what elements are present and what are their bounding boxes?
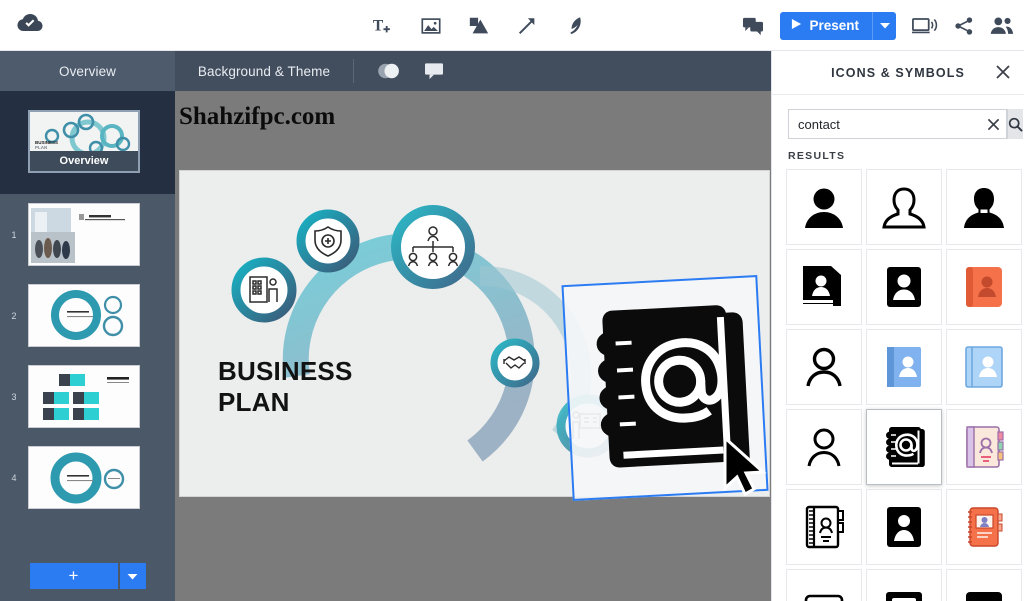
user-line-icon[interactable]: [786, 329, 862, 405]
id-badge-solid-icon[interactable]: [946, 569, 1022, 601]
user-outline-bust-icon[interactable]: [866, 169, 942, 245]
play-icon: [791, 18, 802, 33]
search-box[interactable]: [788, 109, 1007, 139]
add-pen-icon[interactable]: [564, 15, 586, 37]
address-book-tabs-pink-icon[interactable]: [946, 409, 1022, 485]
svg-text:T: T: [373, 17, 384, 34]
thumbnail-row-4[interactable]: 4: [0, 437, 175, 518]
address-book-orange-icon[interactable]: [946, 249, 1022, 325]
panel-header: ICONS & SYMBOLS: [772, 51, 1024, 95]
address-book-lightblue-icon[interactable]: [946, 329, 1022, 405]
thumbnail-overview[interactable]: BUSINESS PLAN Overview: [28, 110, 140, 173]
slide-number: 3: [11, 391, 17, 402]
present-label: Present: [809, 18, 859, 33]
active-slide-wrapper: BUSINESS PLAN Overview: [0, 91, 175, 194]
address-book-at-icon[interactable]: [866, 409, 942, 485]
insert-tools-group: T: [372, 0, 586, 51]
cast-screen-icon[interactable]: [912, 16, 938, 36]
thumbnail-mini-title: BUSINESS PLAN: [35, 140, 59, 150]
thumbnail-slide-3[interactable]: [28, 365, 140, 428]
cloud-check-icon: [17, 13, 43, 38]
slide-number: 1: [11, 229, 17, 240]
collaborators-icon[interactable]: [990, 16, 1014, 36]
slide-canvas-area[interactable]: Shahzifpc.com BUSINESS PLAN: [175, 91, 771, 601]
id-card-solid-icon[interactable]: [866, 489, 942, 565]
thumbnail-row-1[interactable]: 1: [0, 194, 175, 275]
tabbar-tools: [354, 51, 444, 91]
thumbnail-slide-4[interactable]: [28, 446, 140, 509]
present-button[interactable]: Present: [780, 11, 872, 40]
user-line-thin-icon[interactable]: [786, 409, 862, 485]
present-button-group: Present: [780, 11, 896, 40]
slide-title: BUSINESS PLAN: [218, 356, 353, 417]
editor-tabbar: Overview Background & Theme: [0, 51, 771, 91]
add-line-icon[interactable]: [516, 15, 538, 37]
search-input[interactable]: [789, 116, 980, 132]
app-logo[interactable]: [0, 13, 60, 38]
user-silhouette-solid-icon[interactable]: [786, 169, 862, 245]
add-slide-row: +: [0, 563, 175, 589]
search-row: [772, 95, 1024, 139]
contrast-toggle-icon[interactable]: [376, 62, 402, 80]
toolbar-right-group: Present: [742, 0, 1014, 51]
close-icon[interactable]: [995, 64, 1011, 85]
thumbnail-slide-2[interactable]: [28, 284, 140, 347]
top-toolbar: T Present: [0, 0, 1024, 51]
thumbnail-slide-1[interactable]: [28, 203, 140, 266]
thumbnail-row-2[interactable]: 2: [0, 275, 175, 356]
id-badge-frame-icon[interactable]: [866, 569, 942, 601]
add-slide-dropdown-button[interactable]: [119, 563, 146, 589]
icons-symbols-panel: ICONS & SYMBOLS RESULTS: [771, 51, 1024, 601]
slide-number: 4: [11, 472, 17, 483]
contact-card-pages-icon[interactable]: [786, 249, 862, 325]
tab-background-theme[interactable]: Background & Theme: [175, 51, 353, 91]
address-book-coral-icon[interactable]: [946, 489, 1022, 565]
add-shape-icon[interactable]: [468, 15, 490, 37]
slide-number: 2: [11, 310, 17, 321]
contact-card-outline-icon[interactable]: [786, 569, 862, 601]
comments-icon[interactable]: [742, 16, 764, 36]
address-book-outline-icon[interactable]: [786, 489, 862, 565]
thumbnail-row-3[interactable]: 3: [0, 356, 175, 437]
comment-bubble-icon[interactable]: [424, 62, 444, 80]
slide-thumbnail-panel[interactable]: BUSINESS PLAN Overview 1 2 3 4 +: [0, 91, 175, 601]
add-slide-button[interactable]: +: [29, 563, 118, 589]
thumbnail-row-overview[interactable]: BUSINESS PLAN Overview: [0, 101, 175, 182]
search-icon[interactable]: [1007, 109, 1023, 139]
clear-icon[interactable]: [980, 118, 1006, 131]
panel-title: ICONS & SYMBOLS: [831, 65, 965, 80]
share-icon[interactable]: [954, 16, 974, 36]
user-avatar-solid-icon[interactable]: [946, 169, 1022, 245]
icon-results-grid: [772, 169, 1024, 601]
results-label: RESULTS: [788, 150, 846, 162]
contact-card-solid-icon[interactable]: [866, 249, 942, 325]
present-dropdown-button[interactable]: [872, 11, 896, 40]
mouse-pointer: [721, 434, 771, 503]
watermark-text: Shahzifpc.com: [179, 103, 336, 130]
address-book-blue-icon[interactable]: [866, 329, 942, 405]
add-text-icon[interactable]: T: [372, 15, 394, 37]
thumbnail-caption: Overview: [30, 151, 138, 171]
tab-overview[interactable]: Overview: [0, 51, 175, 91]
add-image-icon[interactable]: [420, 15, 442, 37]
presentation-editor-window: T Present Overview Background & Theme BU…: [0, 0, 1024, 601]
